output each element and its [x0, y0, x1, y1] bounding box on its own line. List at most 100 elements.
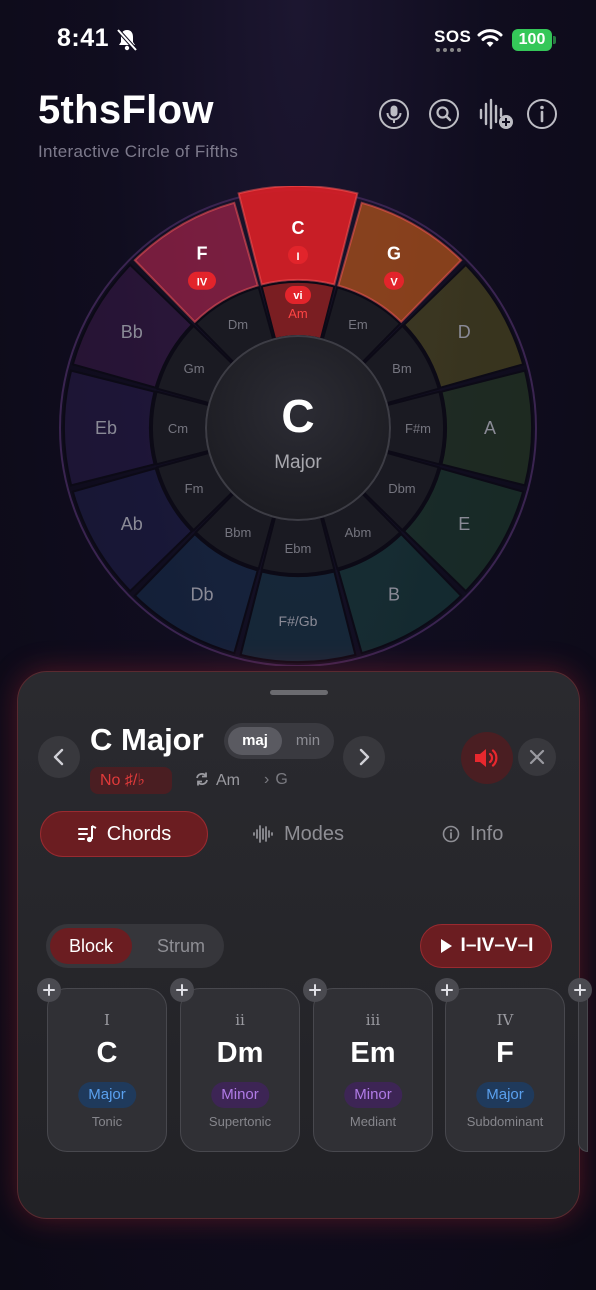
minor-key-label: Abm [345, 525, 372, 540]
chord-roman: ii [235, 1011, 245, 1029]
chord-function: Supertonic [208, 1114, 272, 1129]
plus-icon [441, 984, 453, 996]
chevron-right-icon [359, 748, 370, 766]
chord-card[interactable]: iii Em Minor Mediant [313, 988, 433, 1152]
major-key-label: F#/Gb [279, 613, 318, 629]
chord-roman: IV [496, 1011, 514, 1029]
accidentals-badge: No ♯/♭ [90, 767, 172, 794]
major-key-label: Eb [95, 418, 117, 438]
cycle-icon [196, 772, 208, 786]
numeral-label: IV [197, 277, 208, 289]
major-key-label: F [197, 244, 208, 264]
panel-grabber[interactable] [270, 690, 328, 695]
chevron-right-small-icon: › [264, 771, 270, 788]
chord-function: Subdominant [466, 1114, 544, 1129]
dominant-key-label: G [275, 771, 288, 788]
mode-toggle[interactable]: maj min [224, 723, 334, 759]
chord-function: Mediant [349, 1114, 397, 1129]
info-icon[interactable] [526, 98, 558, 130]
add-chord-button[interactable] [303, 978, 327, 1002]
major-key-label: A [484, 418, 496, 438]
speaker-icon [475, 749, 498, 767]
battery-indicator: 100 [512, 29, 552, 51]
close-icon [529, 749, 545, 765]
mode-minor-option[interactable]: min [286, 727, 330, 755]
tab-chords-label: Chords [106, 822, 172, 845]
chord-card[interactable]: ii Dm Minor Supertonic [180, 988, 300, 1152]
add-chord-button[interactable] [568, 978, 592, 1002]
circle-of-fifths-wheel[interactable]: C I G V D A E B F#/Gb Db Ab Eb Bb F IV vi Am Em Bm F#m Dbm A… [58, 186, 538, 666]
waveform-icon [253, 825, 273, 843]
tab-chords[interactable]: Chords [40, 811, 208, 857]
chord-name: F [496, 1037, 514, 1069]
chord-roman: I [104, 1011, 110, 1029]
status-bar: 8:41 SOS 100 [0, 0, 596, 80]
relative-key-link[interactable]: Am [194, 771, 240, 790]
chord-name: Em [350, 1037, 396, 1069]
minor-key-label: Dbm [388, 481, 415, 496]
bell-muted-icon [116, 28, 138, 52]
microphone-icon[interactable] [378, 98, 410, 130]
sos-indicator: SOS [434, 27, 472, 46]
chord-quality-badge: Major [78, 1082, 136, 1108]
major-key-label: E [458, 514, 470, 534]
minor-key-label: Fm [185, 481, 204, 496]
chord-quality-badge: Minor [344, 1082, 402, 1108]
dominant-key-link[interactable]: › G [264, 771, 288, 789]
search-icon[interactable] [428, 98, 460, 130]
major-key-label: Db [190, 584, 213, 604]
minor-key-label: Ebm [285, 541, 312, 556]
chord-card[interactable]: IV F Major Subdominant [445, 988, 565, 1152]
mode-major-option[interactable]: maj [228, 727, 282, 755]
numeral-label: V [390, 277, 398, 289]
relative-key-label: Am [216, 772, 240, 789]
key-title: C Major [90, 722, 204, 757]
tab-modes-label: Modes [284, 822, 345, 845]
strum-option[interactable]: Strum [146, 928, 216, 964]
play-progression-button[interactable]: I–IV–V–I [420, 924, 552, 968]
chord-name: Dm [216, 1037, 264, 1069]
minor-key-label: Em [348, 317, 368, 332]
tab-info[interactable]: Info [442, 811, 503, 857]
prev-key-button[interactable] [38, 736, 80, 778]
add-chord-button[interactable] [37, 978, 61, 1002]
key-detail-panel: C Major maj min No ♯/♭ Am › G Chords Mod… [17, 671, 592, 1219]
major-key-label: Ab [121, 514, 143, 534]
plus-icon [43, 984, 55, 996]
numeral-label: I [296, 251, 299, 263]
battery-nub [553, 36, 556, 44]
next-key-button[interactable] [343, 736, 385, 778]
numeral-label: vi [293, 290, 302, 302]
tab-modes[interactable]: Modes [252, 811, 344, 857]
add-chord-button[interactable] [435, 978, 459, 1002]
chord-quality-badge: Minor [211, 1082, 269, 1108]
add-audio-icon[interactable] [478, 98, 514, 130]
major-key-label: G [387, 244, 401, 264]
chord-card-partial[interactable] [578, 988, 588, 1152]
status-time: 8:41 [57, 24, 110, 52]
plus-icon [574, 984, 586, 996]
plus-icon [176, 984, 188, 996]
chord-roman: iii [365, 1011, 381, 1029]
tab-info-label: Info [470, 822, 504, 845]
minor-key-label: F#m [405, 421, 431, 436]
music-list-icon [77, 825, 97, 843]
minor-key-label: Bm [392, 361, 412, 376]
minor-key-label: Cm [168, 421, 188, 436]
play-icon [440, 939, 452, 953]
chord-quality-badge: Major [476, 1082, 534, 1108]
close-panel-button[interactable] [518, 738, 556, 776]
block-option[interactable]: Block [50, 928, 132, 964]
play-sound-button[interactable] [461, 732, 513, 784]
major-key-label: D [458, 322, 471, 342]
chevron-left-icon [53, 748, 64, 766]
chord-card[interactable]: I C Major Tonic [47, 988, 167, 1152]
playback-style-toggle[interactable]: Block Strum [46, 924, 224, 968]
add-chord-button[interactable] [170, 978, 194, 1002]
chord-name: C [96, 1037, 118, 1069]
minor-key-label: Gm [184, 361, 205, 376]
minor-key-label: Dm [228, 317, 248, 332]
major-key-label: C [292, 218, 305, 238]
major-key-label: B [388, 584, 400, 604]
progression-label: I–IV–V–I [460, 935, 534, 956]
